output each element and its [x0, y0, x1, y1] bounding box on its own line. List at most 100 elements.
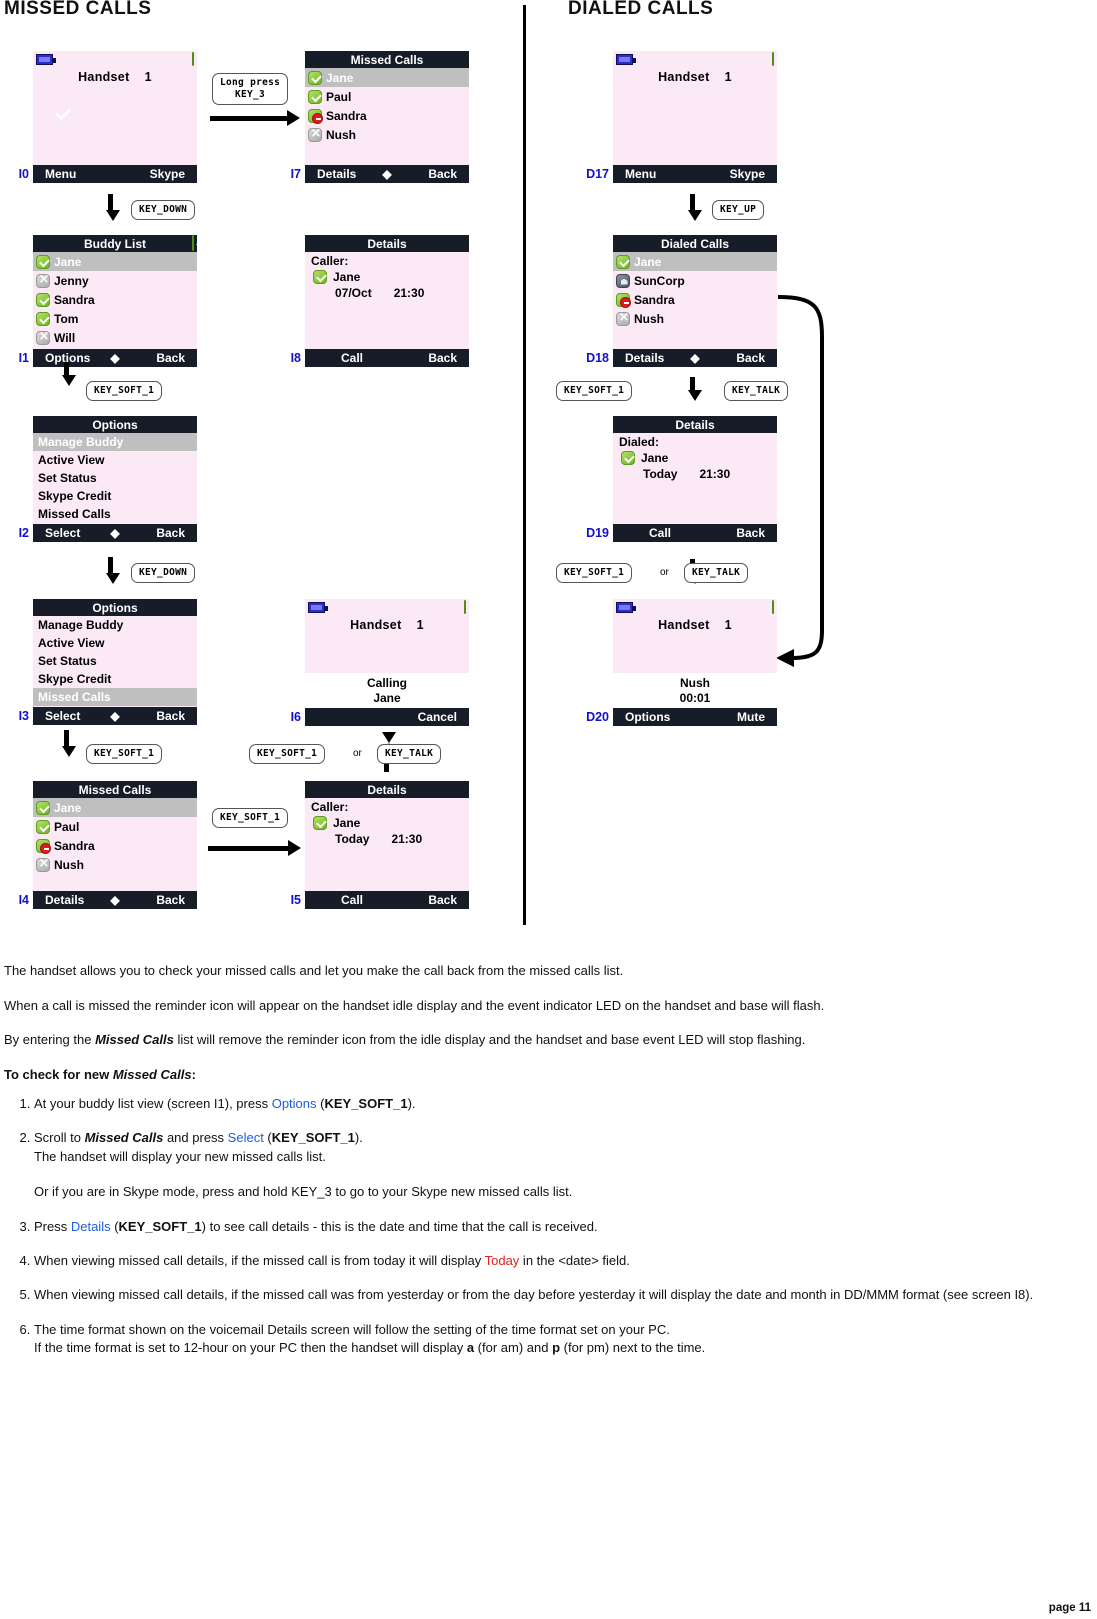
softkey-details[interactable]: Details — [317, 167, 356, 181]
softkey-select[interactable]: Select — [45, 709, 80, 723]
screen-i5-title: Details — [305, 781, 469, 798]
menu-item[interactable]: Missed Calls — [33, 505, 197, 523]
screen-i4-body: Jane Paul Sandra Nush — [33, 798, 197, 891]
steps-lead: To check for new Missed Calls: — [4, 1066, 1064, 1084]
screen-d18: Dialed Calls Jane SunCorp Sandra Nush D1… — [586, 235, 777, 367]
step-4: When viewing missed call details, if the… — [34, 1252, 1064, 1270]
softkey-back[interactable]: Back — [156, 709, 185, 723]
softkey-back[interactable]: Back — [428, 893, 457, 907]
screen-d20: Handset 1 Nush 00:01 D20 Options Mute — [586, 599, 777, 726]
screen-id-d20: D20 — [586, 710, 609, 724]
list-item[interactable]: Jane — [613, 252, 777, 271]
screen-d20-softkeys: D20 Options Mute — [586, 708, 777, 726]
menu-item[interactable]: Active View — [33, 451, 197, 469]
screen-i7: Missed Calls Jane Paul Sandra Nush I7 De… — [291, 51, 469, 183]
screen-i6-body: Handset 1 Calling Jane — [305, 599, 469, 708]
paragraph-1: The handset allows you to check your mis… — [4, 963, 624, 978]
screen-id-i2: I2 — [18, 526, 29, 540]
softkey-call[interactable]: Call — [341, 893, 363, 907]
battery-icon — [308, 602, 328, 614]
list-item[interactable]: Sandra — [33, 290, 197, 309]
step-6-sub-a: If the time format is set to 12-hour on … — [34, 1339, 467, 1355]
screen-i2-title-text: Options — [92, 417, 138, 432]
list-item[interactable]: Jane — [33, 798, 197, 817]
status-online-icon — [308, 70, 322, 85]
list-item[interactable]: Paul — [305, 87, 469, 106]
menu-item[interactable]: Skype Credit — [33, 670, 197, 688]
list-item[interactable]: Paul — [33, 817, 197, 836]
screen-i6: Handset 1 Calling Jane I6 Cancel — [291, 599, 469, 726]
menu-item[interactable]: Manage Buddy — [33, 433, 197, 451]
paragraph-3-c: list will remove the reminder icon from … — [173, 1032, 806, 1048]
details-time: 21:30 — [699, 467, 731, 481]
list-item[interactable]: Sandra — [613, 290, 777, 309]
screen-i8: Details Caller: Jane 07/Oct 21:30 I8 Call… — [291, 235, 469, 367]
status-online-icon — [308, 89, 322, 104]
screen-i8-body: Caller: Jane 07/Oct 21:30 — [305, 252, 469, 349]
softkey-menu[interactable]: Menu — [45, 167, 76, 181]
list-item-label: Sandra — [54, 838, 95, 853]
softkey-options[interactable]: Options — [625, 710, 670, 724]
menu-item-label: Set Status — [38, 654, 97, 668]
softkey-back[interactable]: Back — [736, 526, 765, 540]
softkey-skype[interactable]: Skype — [730, 167, 765, 181]
menu-item[interactable]: Set Status — [33, 652, 197, 670]
step-6-pm-indicator: p — [552, 1339, 561, 1355]
step-2-a: Scroll to — [34, 1130, 85, 1146]
steps-list: At your buddy list view (screen I1), pre… — [4, 1095, 1064, 1357]
softkey-menu[interactable]: Menu — [625, 167, 656, 181]
screen-i1-title-text: Buddy List — [84, 236, 146, 251]
list-item[interactable]: Nush — [305, 125, 469, 144]
status-online-icon — [36, 254, 50, 269]
scroll-updown-icon: ◆ — [690, 351, 700, 365]
list-item[interactable]: Sandra — [33, 836, 197, 855]
softkey-mute[interactable]: Mute — [737, 710, 765, 724]
screen-id-i1: I1 — [18, 351, 29, 365]
status-online-icon — [616, 254, 630, 269]
softkey-details[interactable]: Details — [625, 351, 664, 365]
softkey-cancel[interactable]: Cancel — [418, 710, 457, 724]
list-item[interactable]: Jane — [33, 252, 197, 271]
status-online-icon — [36, 819, 50, 834]
handset-label: Handset — [350, 618, 402, 632]
details-time: 21:30 — [391, 832, 423, 846]
list-item-label: Tom — [54, 311, 79, 326]
softkey-back[interactable]: Back — [428, 167, 457, 181]
paragraph-3-emphasis: Missed Calls — [95, 1032, 174, 1048]
softkey-back[interactable]: Back — [736, 351, 765, 365]
softkey-call[interactable]: Call — [649, 526, 671, 540]
softkey-call[interactable]: Call — [341, 351, 363, 365]
menu-item[interactable]: Set Status — [33, 469, 197, 487]
menu-item[interactable]: Active View — [33, 634, 197, 652]
list-item[interactable]: Sandra — [305, 106, 469, 125]
list-item[interactable]: Tom — [33, 309, 197, 328]
menu-item[interactable]: Manage Buddy — [33, 616, 197, 634]
steps-lead-emphasis: Missed Calls — [112, 1066, 192, 1082]
softkey-skype[interactable]: Skype — [150, 167, 185, 181]
screen-d19: Details Dialed: Jane Today 21:30 D19 Call… — [586, 416, 777, 542]
list-item[interactable]: Nush — [33, 855, 197, 874]
screen-i4-title: Missed Calls — [33, 781, 197, 798]
softkey-back[interactable]: Back — [428, 351, 457, 365]
key-chip-key-soft-1-f: KEY_SOFT_1 — [556, 563, 633, 583]
call-status-line1: Nush — [680, 676, 710, 690]
menu-item[interactable]: Missed Calls — [33, 688, 197, 706]
softkey-back[interactable]: Back — [156, 893, 185, 907]
step-1-key: KEY_SOFT_1 — [324, 1096, 408, 1112]
list-item[interactable]: SunCorp — [613, 271, 777, 290]
list-item[interactable]: Will — [33, 328, 197, 347]
key-chip-key-down-2: KEY_DOWN — [131, 563, 196, 583]
details-caller-name: Jane — [333, 270, 361, 284]
softkey-select[interactable]: Select — [45, 526, 80, 540]
softkey-back[interactable]: Back — [156, 351, 185, 365]
step-6: The time format shown on the voicemail D… — [34, 1321, 1064, 1357]
key-chip-key-soft-1-e: KEY_SOFT_1 — [556, 381, 633, 401]
softkey-details[interactable]: Details — [45, 893, 84, 907]
list-item[interactable]: Nush — [613, 309, 777, 328]
menu-item[interactable]: Skype Credit — [33, 487, 197, 505]
screen-d19-body: Dialed: Jane Today 21:30 — [613, 433, 777, 524]
screen-d18-title-text: Dialed Calls — [660, 236, 730, 251]
list-item[interactable]: Jenny — [33, 271, 197, 290]
list-item[interactable]: Jane — [305, 68, 469, 87]
softkey-back[interactable]: Back — [156, 526, 185, 540]
